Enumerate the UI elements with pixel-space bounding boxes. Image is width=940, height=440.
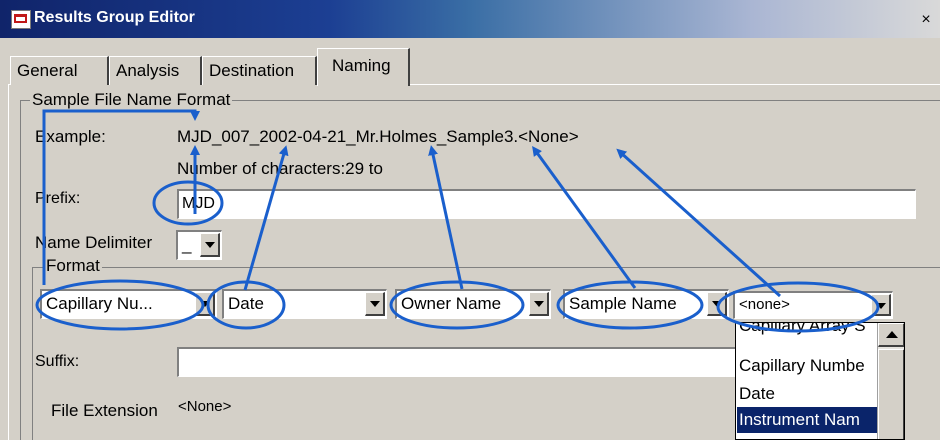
app-icon <box>11 10 31 29</box>
example-label: Example: <box>35 127 106 146</box>
tab-analysis[interactable]: Analysis <box>109 56 202 85</box>
format-options-list[interactable]: Capillary Array S Capillary Numbe Date I… <box>735 322 905 440</box>
list-item[interactable]: Date <box>737 381 879 407</box>
window-title: Results Group Editor <box>34 9 195 26</box>
chevron-down-icon[interactable] <box>200 233 220 257</box>
prefix-label: Prefix: <box>35 190 81 207</box>
results-group-editor-window: Results Group Editor × General Analysis … <box>0 0 940 440</box>
format-field-2-select[interactable]: Date <box>222 289 387 319</box>
example-value: MJD_007_2002-04-21_Mr.Holmes_Sample3.<No… <box>177 127 579 146</box>
list-item-selected[interactable]: Instrument Nam <box>737 407 879 433</box>
chevron-down-icon[interactable] <box>707 292 727 316</box>
prefix-input[interactable]: MJD <box>177 189 916 219</box>
chevron-down-icon[interactable] <box>529 292 549 316</box>
chevron-down-icon[interactable] <box>365 292 385 316</box>
format-field-4-select[interactable]: Sample Name <box>563 289 729 319</box>
format-field-3-value: Owner Name <box>401 294 502 313</box>
list-item[interactable]: Capillary Array S <box>737 323 879 339</box>
scroll-up-icon[interactable] <box>878 323 904 347</box>
format-field-2-value: Date <box>228 294 264 313</box>
close-icon[interactable]: × <box>918 12 934 28</box>
name-delimiter-value: _ <box>182 235 192 254</box>
format-field-5-select[interactable]: <none> <box>733 291 893 319</box>
format-field-3-select[interactable]: Owner Name <box>395 289 551 319</box>
scroll-thumb[interactable] <box>878 349 904 439</box>
tab-naming[interactable]: Naming <box>317 48 410 86</box>
file-extension-label: File Extension <box>51 401 158 420</box>
name-delimiter-label: Name Delimiter <box>35 233 153 252</box>
title-bar: Results Group Editor × <box>0 0 940 38</box>
format-title: Format <box>44 256 102 276</box>
name-delimiter-select[interactable]: _ <box>176 230 222 260</box>
character-count: Number of characters:29 to <box>177 159 383 178</box>
list-item[interactable]: Capillary Numbe <box>737 353 879 379</box>
format-field-5-value: <none> <box>739 296 790 313</box>
file-extension-value: <None> <box>178 398 232 415</box>
format-field-1-select[interactable]: Capillary Nu... <box>40 289 217 319</box>
format-field-4-value: Sample Name <box>569 294 677 313</box>
group-title: Sample File Name Format <box>30 90 233 110</box>
list-scrollbar[interactable] <box>877 323 904 439</box>
suffix-label: Suffix: <box>35 353 80 370</box>
tab-destination[interactable]: Destination <box>202 56 317 85</box>
format-field-1-value: Capillary Nu... <box>46 294 153 313</box>
tab-general[interactable]: General <box>10 56 109 85</box>
chevron-down-icon[interactable] <box>871 294 891 316</box>
chevron-down-icon[interactable] <box>195 292 215 316</box>
